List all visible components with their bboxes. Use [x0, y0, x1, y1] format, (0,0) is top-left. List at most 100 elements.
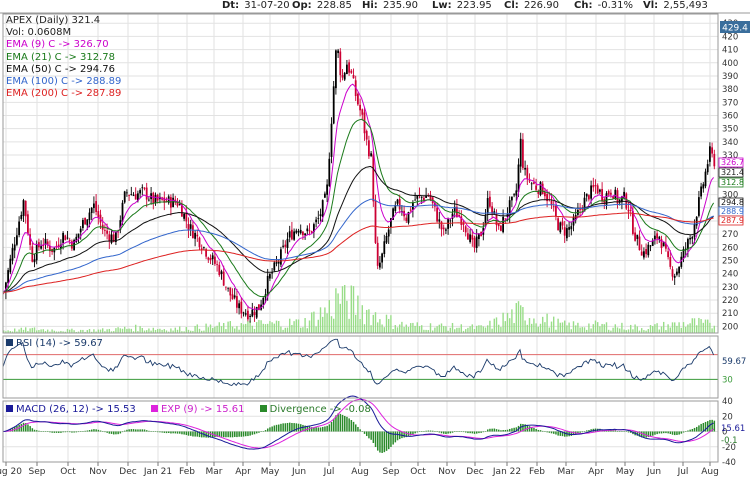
divergence-bar — [687, 430, 689, 432]
candle-body — [86, 219, 89, 226]
candle-body — [227, 287, 229, 289]
volume-bar — [709, 322, 711, 333]
volume-bar — [135, 324, 137, 333]
divergence-bar — [242, 431, 245, 437]
divergence-bar — [511, 428, 513, 432]
volume-bar — [680, 327, 682, 333]
divergence-bar — [460, 431, 463, 432]
volume-bar — [42, 329, 44, 333]
candle-body — [317, 217, 320, 219]
volume-bar — [575, 325, 577, 333]
volume-bar — [559, 322, 561, 333]
volume-bar — [641, 328, 643, 333]
candle-body — [662, 242, 665, 247]
legend-ema50: EMA (50) C -> 294.76 — [6, 63, 115, 75]
divergence-bar — [623, 431, 625, 432]
volume-bar — [685, 326, 687, 333]
volume-layer — [3, 285, 715, 333]
divergence-bar — [231, 431, 234, 438]
candle-body — [66, 237, 69, 239]
divergence-bar — [454, 431, 456, 432]
divergence-bar — [500, 430, 502, 432]
divergence-bar — [656, 431, 658, 435]
volume-bar — [601, 323, 603, 333]
candle-body — [614, 189, 617, 199]
volume-bar — [704, 319, 707, 333]
candle-body — [211, 255, 214, 260]
volume-bar — [170, 328, 172, 333]
divergence-bar — [394, 431, 397, 443]
divergence-bar — [51, 431, 53, 433]
divergence-bar — [251, 431, 254, 435]
volume-bar — [344, 285, 346, 333]
candle-body — [154, 195, 157, 204]
volume-bar — [315, 326, 317, 333]
divergence-bar — [264, 430, 267, 432]
rsi-legend: RSI (14) -> 59.67 — [6, 338, 103, 349]
volume-bar — [247, 320, 249, 333]
candle-body — [216, 264, 218, 266]
x-tick-label: Nov — [438, 467, 456, 477]
volume-bar — [667, 324, 669, 333]
candle-body — [590, 185, 592, 199]
divergence-bar — [671, 431, 674, 435]
volume-bar — [148, 328, 150, 333]
volume-bar — [209, 324, 212, 333]
volume-bar — [339, 303, 341, 333]
divergence-bar — [429, 430, 432, 432]
volume-bar — [245, 323, 247, 333]
candle-body — [489, 196, 491, 207]
volume-bar — [97, 329, 99, 333]
y-tick-label: 390 — [722, 72, 738, 82]
volume-bar — [341, 286, 344, 333]
candle-body — [689, 237, 691, 240]
candle-body — [7, 270, 9, 283]
volume-bar — [322, 316, 324, 333]
divergence-bar — [159, 431, 161, 433]
legend-ema21: EMA (21) C -> 312.78 — [6, 51, 115, 63]
candle-body — [636, 234, 639, 239]
x-tick-label: Feb — [529, 467, 545, 477]
volume-bar — [588, 323, 590, 333]
volume-bar — [159, 328, 161, 333]
candle-body — [207, 257, 210, 260]
volume-bar — [284, 327, 286, 333]
volume-bar — [330, 316, 333, 333]
volume-bar — [616, 327, 619, 333]
candle-body — [249, 315, 251, 317]
volume-bar — [234, 328, 236, 333]
divergence-bar — [676, 431, 678, 435]
divergence-bar — [680, 431, 683, 434]
candle-body — [372, 154, 375, 202]
divergence-bar — [614, 430, 617, 432]
candle-body — [678, 266, 680, 274]
candle-body — [528, 180, 531, 182]
divergence-bar — [240, 431, 243, 437]
volume-bar — [676, 325, 678, 333]
volume-bar — [533, 318, 535, 333]
candle-body — [396, 199, 399, 204]
volume-bar — [295, 319, 297, 333]
y-tick-label: 420 — [722, 32, 738, 42]
volume-bar — [108, 328, 110, 333]
divergence-bar — [324, 426, 326, 432]
candle-body — [467, 233, 469, 240]
volume-bar — [436, 326, 438, 333]
candle-body — [275, 262, 278, 264]
candle-body — [35, 243, 38, 261]
divergence-bar — [317, 427, 320, 432]
volume-bar — [405, 324, 407, 333]
divergence-bar — [80, 431, 82, 432]
volume-bar — [421, 325, 423, 333]
candle-body — [363, 112, 366, 134]
divergence-bar — [117, 431, 119, 435]
volume-bar — [370, 325, 372, 333]
divergence-bar — [273, 425, 276, 432]
volume-bar — [394, 325, 396, 333]
candle-body — [544, 192, 546, 197]
volume-bar — [163, 329, 165, 333]
y-tick-label: 210 — [722, 309, 738, 319]
divergence-bar — [434, 431, 436, 432]
candle-body — [324, 193, 326, 198]
divergence-bar — [581, 431, 584, 433]
